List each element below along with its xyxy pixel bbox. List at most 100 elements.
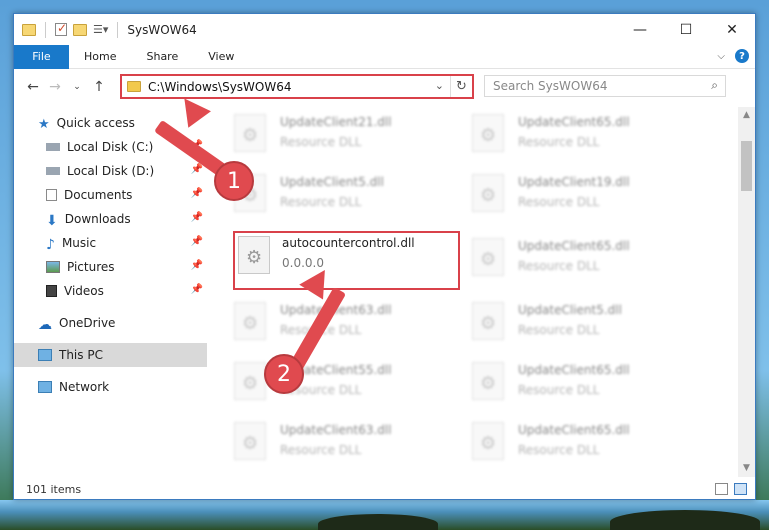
sidebar-item-label: Documents	[64, 188, 133, 202]
customize-toolbar-icon[interactable]: ☰▾	[93, 23, 108, 36]
file-type: Resource DLL	[518, 195, 600, 209]
file-list: UpdateClient21.dll Resource DLL UpdateCl…	[209, 107, 724, 477]
toolbar-divider	[117, 21, 119, 38]
search-icon[interactable]: ⌕	[711, 78, 718, 93]
sidebar-item-downloads[interactable]: ⬇ Downloads 📌	[14, 207, 207, 231]
callout-badge-2: 2	[264, 354, 304, 394]
window-title: SysWOW64	[127, 22, 197, 37]
vertical-scrollbar[interactable]: ▲ ▼	[738, 107, 755, 477]
palm-silhouette	[610, 510, 760, 530]
download-icon: ⬇	[46, 213, 58, 229]
sidebar-item-this-pc[interactable]: This PC	[14, 343, 207, 367]
file-name: UpdateClient65.dll	[518, 115, 630, 129]
navigation-pane: ★ Quick access Local Disk (C:) 📌 Local D…	[14, 107, 207, 477]
file-name: UpdateClient19.dll	[518, 175, 630, 189]
chevron-down-icon[interactable]: ⌄	[435, 79, 444, 92]
item-count: 101 items	[26, 483, 82, 496]
dll-file-icon	[472, 422, 504, 460]
file-type: Resource DLL	[280, 135, 362, 149]
drive-icon	[46, 167, 60, 175]
toolbar-divider	[45, 21, 46, 38]
expand-ribbon-icon[interactable]: ⌵	[717, 51, 725, 62]
pin-icon: 📌	[190, 188, 203, 199]
drive-icon	[46, 143, 60, 151]
pin-icon: 📌	[190, 236, 203, 247]
details-view-icon[interactable]	[715, 483, 728, 495]
status-bar: 101 items	[14, 479, 755, 500]
properties-icon[interactable]	[55, 21, 67, 36]
scroll-up-icon[interactable]: ▲	[738, 107, 755, 124]
search-placeholder: Search SysWOW64	[493, 79, 608, 93]
sidebar-item-label: This PC	[59, 348, 103, 362]
dll-file-icon	[472, 174, 504, 212]
dll-file-icon	[238, 236, 270, 274]
file-name: UpdateClient65.dll	[518, 363, 630, 377]
dll-file-icon	[472, 362, 504, 400]
videos-icon	[46, 285, 57, 297]
file-item[interactable]: UpdateClient55.dll Resource DLL	[209, 355, 439, 411]
file-type: Resource DLL	[280, 195, 362, 209]
file-item[interactable]: UpdateClient65.dll Resource DLL	[447, 107, 677, 163]
computer-icon	[38, 349, 52, 361]
forward-button[interactable]: →	[44, 79, 66, 95]
sidebar-item-label: Local Disk (C:)	[67, 140, 154, 154]
sidebar-item-onedrive[interactable]: ☁ OneDrive	[14, 311, 207, 335]
file-item[interactable]: UpdateClient65.dll Resource DLL	[447, 415, 677, 471]
palm-silhouette	[318, 514, 438, 530]
desktop-background	[0, 500, 769, 530]
back-button[interactable]: ←	[22, 79, 44, 95]
refresh-icon[interactable]: ↻	[450, 76, 472, 97]
file-item[interactable]: UpdateClient65.dll Resource DLL	[447, 231, 677, 287]
sidebar-item-local-disk-d[interactable]: Local Disk (D:) 📌	[14, 159, 207, 183]
help-icon[interactable]: ?	[735, 49, 749, 63]
file-item[interactable]: UpdateClient5.dll Resource DLL	[447, 295, 677, 351]
address-row: ← → ⌄ ↑ C:\Windows\SysWOW64 ⌄ ↻ Search S…	[14, 70, 755, 104]
sidebar-item-music[interactable]: ♪ Music 📌	[14, 231, 207, 255]
sidebar-item-label: Downloads	[64, 212, 131, 226]
recent-locations-icon[interactable]: ⌄	[66, 82, 88, 92]
file-item[interactable]: UpdateClient65.dll Resource DLL	[447, 355, 677, 411]
sidebar-item-label: Local Disk (D:)	[67, 164, 155, 178]
up-button[interactable]: ↑	[88, 79, 110, 95]
file-name: autocountercontrol.dll	[282, 236, 415, 250]
tab-file[interactable]: File	[14, 44, 69, 69]
sidebar-item-documents[interactable]: Documents 📌	[14, 183, 207, 207]
pin-icon: 📌	[190, 164, 203, 175]
file-type: Resource DLL	[518, 135, 600, 149]
file-name: UpdateClient5.dll	[518, 303, 622, 317]
new-folder-icon[interactable]	[73, 23, 87, 36]
sidebar-item-videos[interactable]: Videos 📌	[14, 279, 207, 303]
large-icons-view-icon[interactable]	[734, 483, 747, 495]
minimize-button[interactable]: —	[617, 14, 663, 45]
close-button[interactable]: ✕	[709, 14, 755, 45]
folder-icon	[22, 23, 36, 36]
scroll-down-icon[interactable]: ▼	[738, 460, 755, 477]
file-name: UpdateClient65.dll	[518, 239, 630, 253]
dll-file-icon	[472, 238, 504, 276]
star-icon: ★	[38, 117, 50, 132]
window-controls: — ☐ ✕	[617, 14, 755, 45]
sidebar-item-pictures[interactable]: Pictures 📌	[14, 255, 207, 279]
file-type: Resource DLL	[518, 259, 600, 273]
tab-view[interactable]: View	[193, 50, 249, 63]
sidebar-item-network[interactable]: Network	[14, 375, 207, 399]
scrollbar-thumb[interactable]	[741, 141, 752, 191]
dll-file-icon	[234, 302, 266, 340]
tab-share[interactable]: Share	[131, 50, 193, 63]
address-path[interactable]: C:\Windows\SysWOW64	[148, 80, 292, 94]
file-type: Resource DLL	[518, 443, 600, 457]
file-item[interactable]: UpdateClient19.dll Resource DLL	[447, 167, 677, 223]
file-item[interactable]: UpdateClient21.dll Resource DLL	[209, 107, 439, 163]
file-item[interactable]: UpdateClient63.dll Resource DLL	[209, 415, 439, 471]
dll-file-icon	[472, 114, 504, 152]
file-name: UpdateClient65.dll	[518, 423, 630, 437]
callout-badge-1: 1	[214, 161, 254, 201]
search-input[interactable]: Search SysWOW64 ⌕	[484, 75, 726, 97]
pin-icon: 📌	[190, 260, 203, 271]
tab-home[interactable]: Home	[69, 50, 131, 63]
maximize-button[interactable]: ☐	[663, 14, 709, 45]
sidebar-item-label: Videos	[64, 284, 104, 298]
address-bar[interactable]: C:\Windows\SysWOW64 ⌄ ↻	[120, 74, 474, 99]
cloud-icon: ☁	[38, 317, 52, 333]
highlighted-file-item[interactable]: autocountercontrol.dll 0.0.0.0	[233, 231, 460, 290]
